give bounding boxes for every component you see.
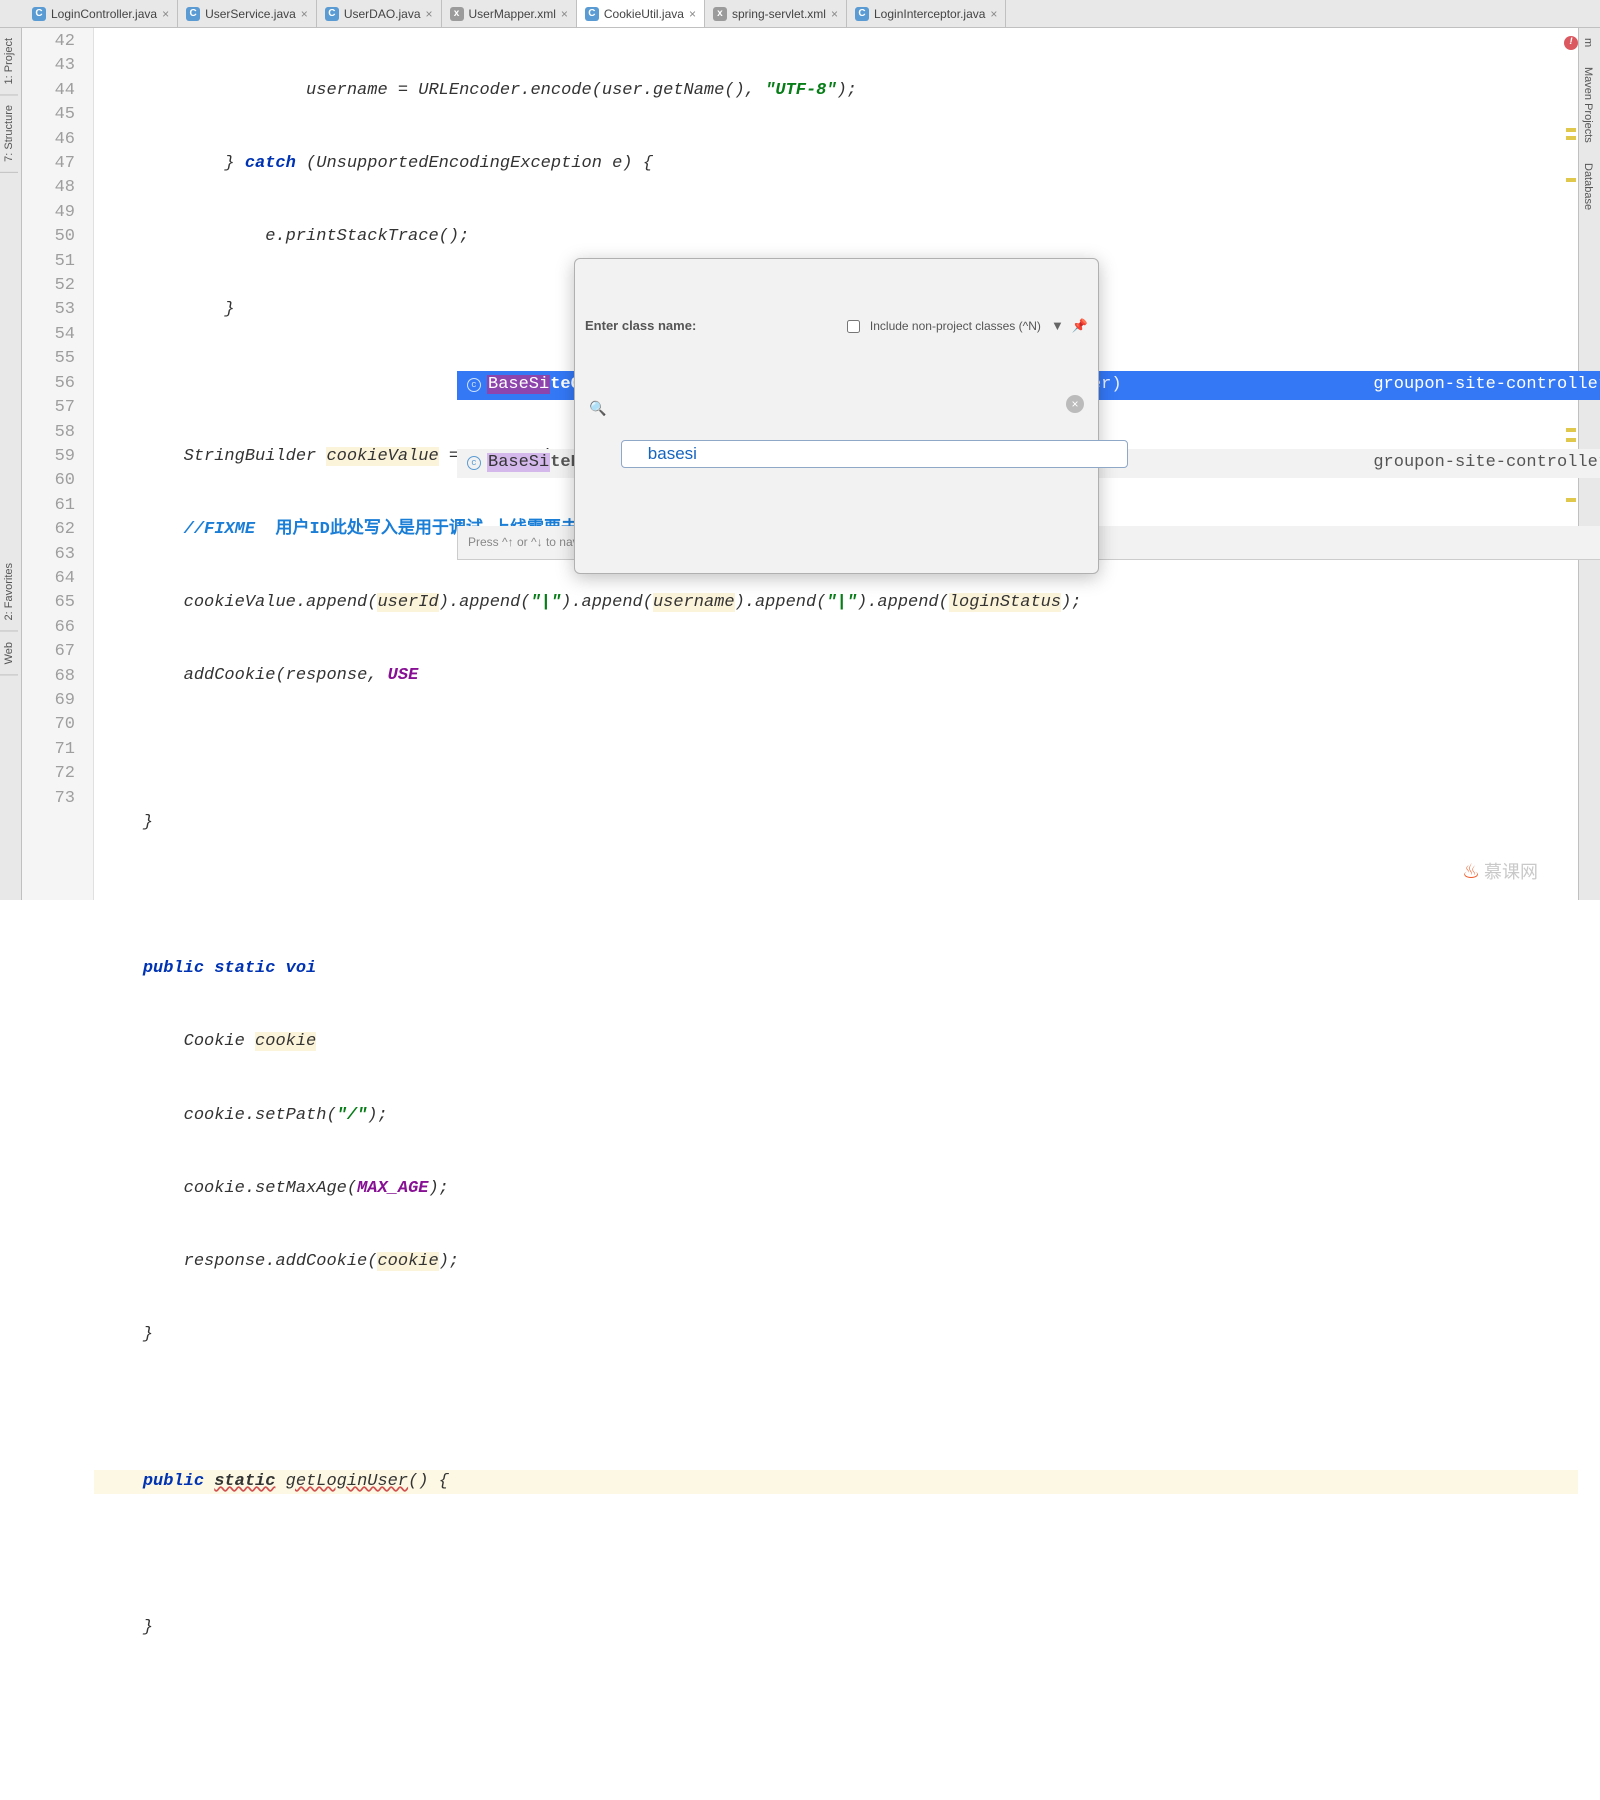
tab-label: UserDAO.java (344, 7, 421, 21)
sidebar-structure[interactable]: 7: Structure (0, 95, 18, 173)
tab-label: CookieUtil.java (604, 7, 684, 21)
tab-label: LoginInterceptor.java (874, 7, 985, 21)
code-area[interactable]: username = URLEncoder.encode(user.getNam… (94, 28, 1578, 900)
class-name-input[interactable] (621, 440, 1128, 468)
sidebar-web[interactable]: Web (0, 632, 18, 675)
tab-label: spring-servlet.xml (732, 7, 826, 21)
xml-file-icon: x (450, 7, 464, 21)
close-icon[interactable]: × (990, 7, 997, 21)
java-file-icon: C (325, 7, 339, 21)
class-icon: c (467, 456, 481, 470)
java-file-icon: C (585, 7, 599, 21)
popup-title: Enter class name: (585, 314, 696, 338)
class-icon: c (467, 378, 481, 392)
error-indicator-icon[interactable]: ! (1564, 36, 1578, 50)
editor-tabs: C LoginController.java × C UserService.java… (0, 0, 1600, 28)
close-icon[interactable]: × (831, 7, 838, 21)
sidebar-maven[interactable]: m (1579, 28, 1597, 57)
tab-cookie-util[interactable]: C CookieUtil.java × (577, 0, 705, 27)
tab-label: LoginController.java (51, 7, 157, 21)
line-gutter: 4243444546474849505152535455565758596061… (22, 28, 94, 900)
close-icon[interactable]: × (689, 7, 696, 21)
tab-user-dao[interactable]: C UserDAO.java × (317, 0, 442, 27)
tab-user-service[interactable]: C UserService.java × (178, 0, 317, 27)
include-non-project-checkbox[interactable] (847, 320, 860, 333)
module-label: groupon-site-controller (1373, 451, 1600, 475)
left-tool-sidebar: 1: Project 7: Structure 2: Favorites Web (0, 28, 22, 900)
watermark: ♨ 慕课网 (1462, 860, 1538, 884)
editor-pane: 4243444546474849505152535455565758596061… (22, 28, 1578, 900)
goto-class-popup: Enter class name: Include non-project cl… (574, 258, 1099, 574)
clear-input-icon[interactable]: × (1066, 395, 1084, 413)
java-file-icon: C (32, 7, 46, 21)
pin-icon[interactable]: 📌 (1072, 314, 1088, 338)
checkbox-label: Include non-project classes (^N) (870, 314, 1041, 338)
close-icon[interactable]: × (426, 7, 433, 21)
filter-icon[interactable]: ▼ (1051, 314, 1064, 338)
tab-login-interceptor[interactable]: C LoginInterceptor.java × (847, 0, 1006, 27)
tab-label: UserMapper.xml (469, 7, 556, 21)
flame-icon: ♨ (1462, 860, 1480, 884)
sidebar-favorites[interactable]: 2: Favorites (0, 553, 18, 631)
module-label: groupon-site-controller (1373, 373, 1600, 397)
tab-label: UserService.java (205, 7, 296, 21)
xml-file-icon: x (713, 7, 727, 21)
close-icon[interactable]: × (301, 7, 308, 21)
java-file-icon: C (186, 7, 200, 21)
tab-login-controller[interactable]: C LoginController.java × (24, 0, 178, 27)
tab-spring-servlet[interactable]: x spring-servlet.xml × (705, 0, 847, 27)
tab-user-mapper[interactable]: x UserMapper.xml × (442, 0, 577, 27)
java-file-icon: C (855, 7, 869, 21)
search-icon: 🔍 (589, 396, 606, 420)
close-icon[interactable]: × (561, 7, 568, 21)
sidebar-project[interactable]: 1: Project (0, 28, 18, 95)
close-icon[interactable]: × (162, 7, 169, 21)
